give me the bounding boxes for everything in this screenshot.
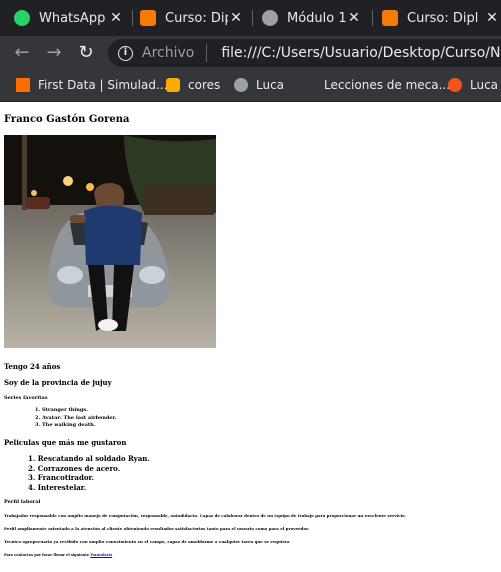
bookmark-label: Lecciones de meca... [324,78,451,92]
course-logo-icon [140,10,156,26]
tab-label: Módulo 1 d [287,10,346,26]
tab-divider [132,10,133,26]
list-item: 1. Rescatando al soldado Ryan. [28,454,150,463]
forward-button[interactable]: → [42,41,66,65]
globe-icon [234,78,248,92]
bookmark-luca-2[interactable]: Luca [448,70,498,100]
tab-whatsapp[interactable]: WhatsApp ✕ [14,0,124,36]
close-icon[interactable]: ✕ [108,10,124,26]
scheme-label: Archivo [142,45,195,61]
bookmark-label: First Data | Simulad... [38,78,168,92]
tab-modulo[interactable]: Módulo 1 d ✕ [262,0,362,36]
browser-toolbar: ← → ↻ i Archivo file:///C:/Users/Usuario… [0,36,501,70]
form-link[interactable]: Formulario [90,553,112,557]
tab-label: Curso: Dipl [407,10,479,26]
info-icon[interactable]: i [118,45,133,61]
profile-paragraph: Trabajador responsable con amplio manejo… [4,513,407,518]
close-icon[interactable]: ✕ [228,10,244,26]
tab-divider [252,10,253,26]
page-title: Franco Gastón Gorena [4,114,130,125]
bookmark-label: Luca [470,78,499,92]
bookmark-cores[interactable]: cores [166,70,220,100]
tab-curso-1[interactable]: Curso: Dipl ✕ [140,0,244,36]
close-icon[interactable]: ✕ [484,10,500,26]
close-icon[interactable]: ✕ [346,10,362,26]
course-logo-icon [382,10,398,26]
tab-strip: WhatsApp ✕ Curso: Dipl ✕ Módulo 1 d ✕ Cu… [0,0,501,36]
bookmark-first-data[interactable]: First Data | Simulad... [16,70,167,100]
age-text: Tengo 24 años [4,362,61,371]
bookmark-luca-1[interactable]: Luca [234,70,284,100]
list-item: 2. Corrazones de acero. [28,463,121,473]
contact-text: Para contactos por favor llenar el sigui… [4,553,90,557]
tab-divider [372,10,373,26]
list-item: 3. The walking death. [35,422,96,428]
profile-paragraph: Tecnico agropecuario ya recibido con amp… [4,539,290,544]
profile-heading: Perfil laboral [4,499,41,505]
address-bar[interactable]: i Archivo file:///C:/Users/Usuario/Deskt… [108,39,501,67]
back-button[interactable]: ← [10,41,34,65]
series-heading: Series favoritas [4,395,48,401]
cores-icon [166,78,180,92]
bookmarks-bar: First Data | Simulad... cores Luca Lecci… [0,70,501,102]
bookmark-label: Luca [256,78,285,92]
profile-photo [4,135,216,348]
tab-curso-2[interactable]: Curso: Dipl ✕ [382,0,500,36]
whatsapp-icon [14,10,30,26]
omnibox-divider [206,44,208,62]
contact-line: Para contactos por favor llenar el sigui… [4,553,112,557]
bookmark-label: cores [188,78,221,92]
movies-list: 1. Rescatando al soldado Ryan. 2. Corraz… [28,454,150,492]
profile-paragraph: Perfil ampliamente orientado a la atenci… [4,526,310,531]
bookmark-lecciones[interactable]: Lecciones de meca... [316,70,450,100]
list-item: 4. Interestelar. [28,482,87,492]
first-data-icon [16,78,30,92]
list-item: 1. Stranger things. [35,407,88,413]
list-item: 3. Francotirador. [28,473,94,482]
url-text[interactable]: file:///C:/Users/Usuario/Desktop/Curso/N… [221,45,501,61]
luca-logo-icon [448,78,462,92]
series-list: 1. Stranger things. 2. Avatar: The last … [35,407,117,430]
profile-photo-image [4,135,216,348]
province-text: Soy de la provincia de jujuy [4,378,112,387]
page-content: Franco Gastón Gorena Tengo 24 años Soy d… [0,102,501,572]
tab-label: Curso: Dipl [165,10,228,26]
list-item: 2. Avatar: The last airbender. [35,414,117,421]
tab-label: WhatsApp [39,10,106,26]
globe-icon [262,10,278,26]
movies-heading: Peliculas que más me gustaron [4,438,127,447]
reload-button[interactable]: ↻ [74,41,98,65]
